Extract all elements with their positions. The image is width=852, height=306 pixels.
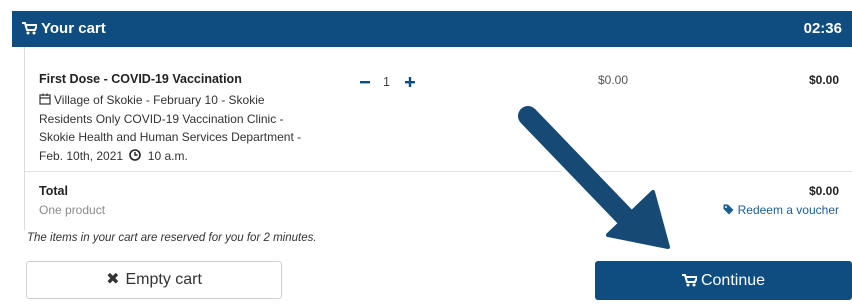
item-name: First Dose - COVID-19 Vaccination: [39, 72, 242, 86]
cart-title: Your cart: [22, 11, 106, 47]
item-time: 10 a.m.: [147, 148, 188, 163]
redeem-voucher-text: Redeem a voucher: [737, 203, 839, 217]
quantity-decrease-button[interactable]: [358, 75, 372, 89]
reservation-note: The items in your cart are reserved for …: [27, 232, 317, 244]
item-description: Village of Skokie - February 10 - Skokie…: [39, 91, 309, 165]
redeem-voucher-link[interactable]: Redeem a voucher: [723, 203, 839, 217]
calendar-icon: [39, 93, 51, 105]
cart-icon: [22, 22, 39, 35]
cart-header[interactable]: Your cart 02:36 ^: [12, 11, 852, 47]
reservation-timer: 02:36: [803, 20, 842, 37]
clock-icon: [129, 148, 142, 161]
empty-cart-button[interactable]: ✖ Empty cart: [26, 261, 282, 299]
continue-label: Continue: [700, 272, 766, 289]
close-icon: ✖: [106, 271, 120, 288]
grand-total: $0.00: [808, 184, 839, 198]
quantity-value: 1: [383, 75, 390, 89]
empty-cart-label: Empty cart: [125, 271, 202, 288]
item-line-total: $0.00: [808, 73, 839, 87]
cart-title-text: Your cart: [41, 20, 106, 37]
tag-icon: [723, 204, 734, 215]
item-price: $0.00: [598, 73, 629, 87]
divider: [25, 171, 852, 172]
total-label: Total: [39, 184, 68, 198]
continue-button[interactable]: Continue: [595, 261, 852, 300]
quantity-increase-button[interactable]: [403, 75, 417, 89]
cart-icon: [681, 274, 699, 287]
product-count: One product: [39, 203, 106, 217]
